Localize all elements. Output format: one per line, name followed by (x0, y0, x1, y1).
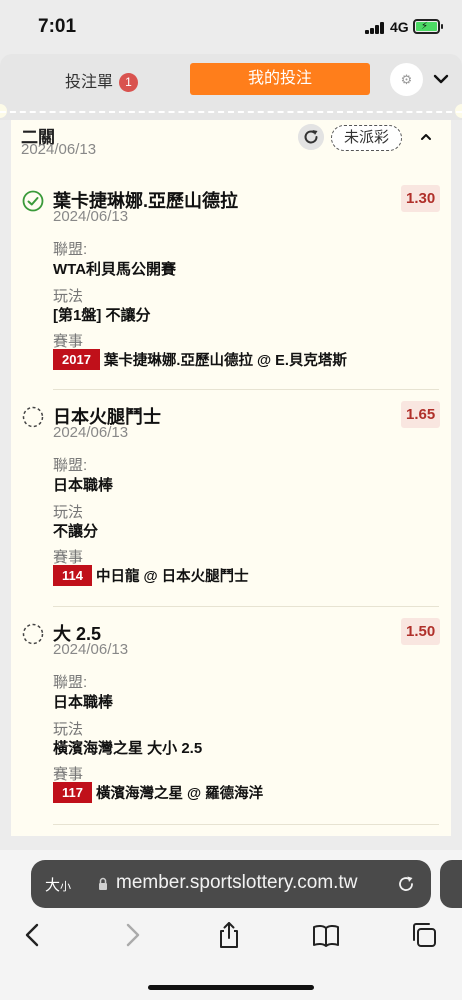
play-type-label: 玩法 (53, 504, 84, 521)
tab-bet-slip[interactable]: 投注單 1 (65, 68, 139, 92)
chevron-up-icon[interactable] (419, 130, 433, 144)
settings-button[interactable]: ⚙ (390, 63, 423, 96)
text-size-small: 小 (60, 881, 72, 893)
odds-badge: 1.65 (401, 401, 441, 428)
my-bets-content[interactable]: 二關 2024/06/13 未派彩 葉卡捷琳娜.亞歷山德拉 2024/06/13… (11, 120, 451, 836)
odds-badge: 1.30 (401, 185, 441, 212)
status-time: 7:01 (38, 16, 77, 37)
event-name: 中日龍 @ 日本火腿鬥士 (95, 569, 249, 585)
ticket-perforation (0, 111, 462, 113)
bet-item: 葉卡捷琳娜.亞歷山德拉 2024/06/13 1.30 聯盟: WTA利貝馬公開… (11, 182, 451, 390)
bet-date: 2024/06/13 (53, 424, 129, 441)
tab-bet-slip-label: 投注單 (65, 74, 114, 91)
bet-date: 2024/06/13 (53, 208, 129, 225)
check-circle-icon (22, 190, 44, 212)
reload-icon[interactable] (395, 873, 417, 895)
event-label: 賽事 (53, 766, 84, 783)
bet-divider (53, 824, 439, 825)
status-bar: 7:01 4G ⚡ (0, 0, 462, 54)
address-bar[interactable]: 大小 member.sportslottery.com.tw (31, 860, 431, 908)
home-indicator (148, 985, 314, 990)
lock-icon (99, 877, 107, 890)
text-size-large: 大 (45, 877, 61, 894)
event-code-badge: 114 (53, 565, 92, 586)
gear-icon: ⚙ (400, 72, 413, 87)
chevron-down-icon[interactable] (431, 69, 451, 89)
url-text: member.sportslottery.com.tw (116, 872, 358, 893)
parlay-date: 2024/06/13 (21, 141, 97, 158)
play-type-label: 玩法 (53, 288, 84, 305)
event-row: 114 中日龍 @ 日本火腿鬥士 (53, 565, 249, 588)
event-code-badge: 2017 (53, 349, 100, 370)
slip-count-badge: 1 (119, 73, 139, 92)
signal-icon (365, 22, 385, 34)
play-type-label: 玩法 (53, 721, 84, 738)
league-value: 日本職棒 (53, 477, 114, 494)
refresh-icon[interactable] (298, 124, 324, 150)
bet-divider (53, 606, 439, 607)
league-label: 聯盟: (53, 674, 88, 691)
share-icon[interactable] (214, 920, 244, 950)
text-size-button[interactable]: 大小 (45, 874, 71, 895)
bet-item: 日本火腿鬥士 2024/06/13 1.65 聯盟: 日本職棒 玩法 不讓分 賽… (11, 398, 451, 607)
event-name: 葉卡捷琳娜.亞歷山德拉 @ E.貝克塔斯 (103, 353, 347, 369)
bet-divider (53, 389, 439, 390)
tabs-icon[interactable] (409, 920, 439, 950)
odds-badge: 1.50 (401, 618, 441, 645)
event-label: 賽事 (53, 549, 84, 566)
event-row: 2017 葉卡捷琳娜.亞歷山德拉 @ E.貝克塔斯 (53, 349, 347, 372)
bet-item: 大 2.5 2024/06/13 1.50 聯盟: 日本職棒 玩法 橫濱海灣之星… (11, 615, 451, 827)
league-label: 聯盟: (53, 457, 88, 474)
battery-icon: ⚡ (413, 19, 443, 34)
result-status-badge: 未派彩 (331, 125, 403, 151)
browser-chrome: 大小 member.sportslottery.com.tw (0, 850, 462, 1000)
play-type-value: 橫濱海灣之星 大小 2.5 (53, 740, 203, 757)
bet-date: 2024/06/13 (53, 641, 129, 658)
tab-my-bets[interactable]: 我的投注 (190, 63, 370, 95)
network-label: 4G (390, 19, 409, 35)
back-icon[interactable] (18, 920, 48, 950)
play-type-value: 不讓分 (53, 523, 99, 540)
event-name: 橫濱海灣之星 @ 羅德海洋 (95, 786, 264, 802)
league-value: WTA利貝馬公開賽 (53, 261, 177, 278)
bookmarks-icon[interactable] (311, 920, 341, 950)
event-row: 117 橫濱海灣之星 @ 羅德海洋 (53, 782, 263, 805)
next-tab-preview[interactable] (440, 860, 462, 908)
event-label: 賽事 (53, 333, 84, 350)
bet-header: 投注單 1 我的投注 ⚙ (0, 54, 462, 120)
pending-circle-icon (22, 406, 44, 428)
forward-icon[interactable] (117, 920, 147, 950)
pending-circle-icon (22, 623, 44, 645)
event-code-badge: 117 (53, 782, 92, 803)
play-type-value: [第1盤] 不讓分 (53, 307, 151, 324)
league-value: 日本職棒 (53, 694, 114, 711)
league-label: 聯盟: (53, 241, 88, 258)
